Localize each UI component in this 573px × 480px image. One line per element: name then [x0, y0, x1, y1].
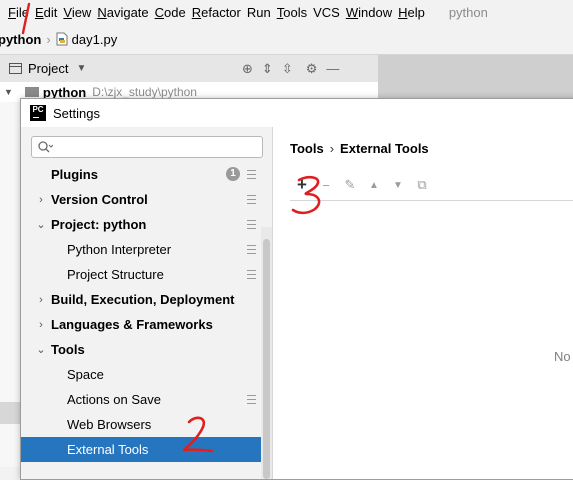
settings-tree-item-label: Python Interpreter — [67, 242, 172, 257]
move-up-button[interactable]: ▲ — [362, 174, 386, 196]
settings-tree-item-python-interpreter[interactable]: Python Interpreter — [21, 237, 272, 262]
breadcrumb-current: External Tools — [340, 141, 429, 156]
chevron-down-icon[interactable]: ⌄ — [33, 218, 49, 231]
menu-vcs[interactable]: VCS — [313, 5, 346, 20]
chevron-right-icon[interactable]: › — [33, 194, 49, 206]
chevron-down-icon[interactable]: ▼ — [4, 87, 13, 97]
project-root-path: D:\zjx_study\python — [92, 85, 197, 99]
folder-icon — [24, 87, 39, 97]
project-level-icon — [247, 195, 256, 204]
settings-search-input[interactable] — [31, 136, 263, 158]
menu-help[interactable]: Help — [398, 5, 431, 20]
project-level-icon — [247, 245, 256, 254]
menu-edit[interactable]: Edit — [35, 5, 63, 20]
sidebar-scrollbar-thumb[interactable] — [263, 239, 270, 479]
external-tools-toolbar: + − ✎ ▲ ▼ ⧉ — [290, 172, 573, 198]
menu-file[interactable]: File — [8, 5, 35, 20]
settings-tree-item-label: Project: python — [51, 217, 147, 232]
dialog-title-bar: PC Settings — [21, 99, 573, 127]
add-tool-button[interactable]: + — [290, 174, 314, 196]
move-down-button[interactable]: ▼ — [386, 174, 410, 196]
menu-tools[interactable]: Tools — [277, 5, 313, 20]
settings-tree-item-label: Project Structure — [67, 267, 164, 282]
settings-tree-item-label: Languages & Frameworks — [51, 317, 213, 332]
breadcrumb: Tools › External Tools — [290, 141, 429, 156]
settings-tree-item-actions-on-save[interactable]: Actions on Save — [21, 387, 272, 412]
project-level-icon — [247, 270, 256, 279]
settings-tree-item-plugins[interactable]: Plugins 1 — [21, 162, 272, 187]
nav-separator-icon: › — [46, 31, 51, 47]
expand-all-icon[interactable]: ⇕ — [262, 61, 273, 77]
settings-tree-item-space[interactable]: Space — [21, 362, 272, 387]
navigation-bar: python › day1.py — [0, 24, 573, 55]
settings-tree-item-project-structure[interactable]: Project Structure — [21, 262, 272, 287]
settings-tree-item-label: Tools — [51, 342, 85, 357]
empty-list-text: No — [554, 349, 571, 364]
menu-view[interactable]: View — [63, 5, 97, 20]
settings-content-panel: Tools › External Tools + − ✎ ▲ ▼ ⧉ No — [273, 127, 573, 479]
chevron-right-icon[interactable]: › — [33, 294, 49, 306]
settings-tree-item-label: Space — [67, 367, 104, 382]
nav-file-name[interactable]: day1.py — [72, 32, 118, 47]
menu-code[interactable]: Code — [155, 5, 192, 20]
settings-sidebar: Plugins 1 › Version Control ⌄ Project: python… — [21, 127, 273, 479]
project-toolwindow-header: Project ▼ ⊕ ⇕ ⇳ ⚙ — — [0, 55, 378, 83]
search-icon — [37, 140, 54, 154]
project-level-icon — [247, 395, 256, 404]
copy-tool-button[interactable]: ⧉ — [410, 174, 434, 196]
settings-tree-item-tools[interactable]: ⌄ Tools — [21, 337, 272, 362]
gutter-stripe — [0, 402, 20, 424]
python-file-icon — [56, 32, 68, 46]
remove-tool-button[interactable]: − — [314, 174, 338, 196]
settings-dialog: PC Settings Plugins 1 › Version Control ⌄ Pro… — [20, 98, 573, 480]
settings-tree-item-web-browsers[interactable]: Web Browsers — [21, 412, 272, 437]
settings-tree-item-label: External Tools — [67, 442, 149, 457]
collapse-all-icon[interactable]: ⇳ — [282, 61, 293, 77]
chevron-right-icon[interactable]: › — [33, 319, 49, 331]
breadcrumb-parent[interactable]: Tools — [290, 141, 324, 156]
chevron-down-icon[interactable]: ⌄ — [33, 343, 49, 356]
external-tools-list[interactable]: No — [290, 200, 573, 480]
menu-refactor[interactable]: Refactor — [192, 5, 247, 20]
settings-tree-item-build-execution-deployment[interactable]: › Build, Execution, Deployment — [21, 287, 272, 312]
breadcrumb-separator-icon: › — [329, 141, 335, 156]
settings-tree-item-languages-frameworks[interactable]: › Languages & Frameworks — [21, 312, 272, 337]
nav-project-root[interactable]: python — [0, 32, 41, 47]
left-gutter — [0, 102, 20, 467]
menu-project-name: python — [448, 4, 488, 20]
edit-tool-button[interactable]: ✎ — [338, 174, 362, 196]
settings-tree-item-label: Web Browsers — [67, 417, 152, 432]
settings-tree-item-label: Plugins — [51, 167, 98, 182]
dialog-title: Settings — [53, 105, 100, 121]
menu-navigate[interactable]: Navigate — [97, 5, 154, 20]
project-level-icon — [247, 220, 256, 229]
menu-run[interactable]: Run — [247, 5, 277, 20]
info-badge-icon: 1 — [226, 167, 240, 181]
settings-tree-item-project-python[interactable]: ⌄ Project: python — [21, 212, 272, 237]
menu-window[interactable]: Window — [346, 5, 398, 20]
settings-tree-item-external-tools[interactable]: External Tools — [21, 437, 272, 462]
settings-tree-item-label: Actions on Save — [67, 392, 161, 407]
locate-icon[interactable]: ⊕ — [242, 61, 253, 77]
settings-tree-item-label: Build, Execution, Deployment — [51, 292, 235, 307]
minimize-icon[interactable]: — — [326, 61, 339, 76]
project-level-icon — [247, 170, 256, 179]
chevron-down-icon[interactable]: ▼ — [76, 63, 86, 74]
main-menu-bar: File Edit View Navigate Code Refactor Run Tools… — [0, 0, 573, 24]
project-window-icon — [9, 63, 22, 74]
pycharm-logo-icon: PC — [30, 105, 46, 121]
gear-icon[interactable]: ⚙ — [306, 61, 318, 77]
project-window-title[interactable]: Project — [28, 61, 68, 76]
settings-tree-item-version-control[interactable]: › Version Control — [21, 187, 272, 212]
settings-tree-item-label: Version Control — [51, 192, 148, 207]
